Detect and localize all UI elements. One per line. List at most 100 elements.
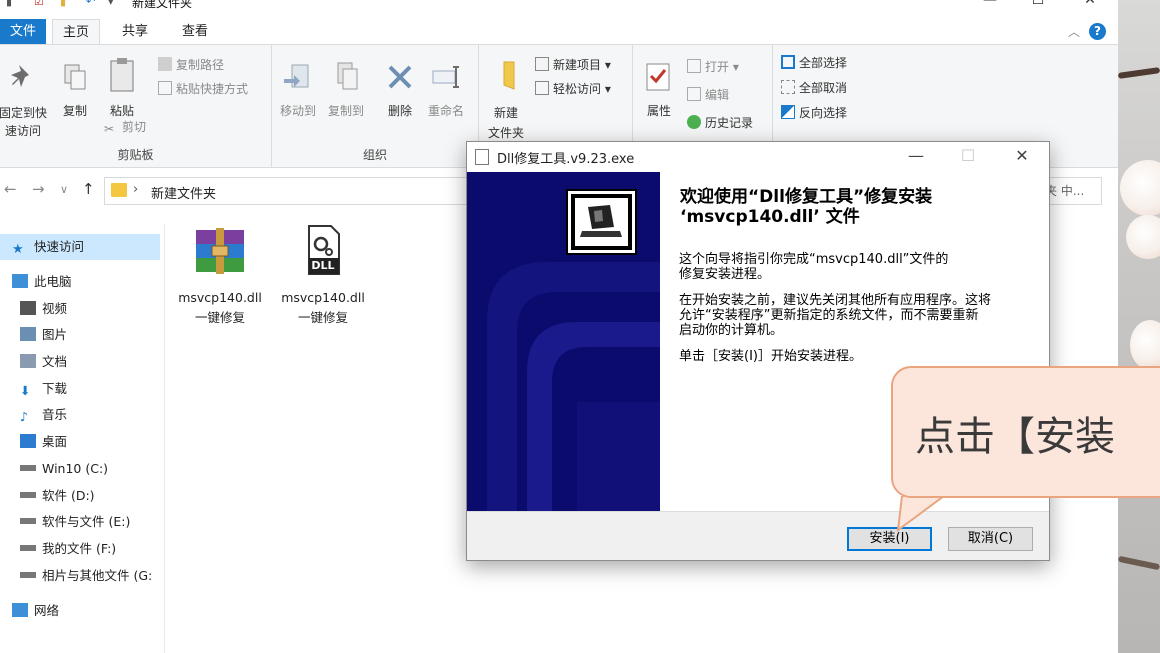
undo-icon[interactable]: ↶ <box>86 0 95 8</box>
navpane-item-label: 图片 <box>42 327 68 342</box>
navpane-item[interactable]: 相片与其他文件 (G: <box>0 563 160 589</box>
navpane-item[interactable]: Win10 (C:) <box>0 456 160 482</box>
organize-group-label: 组织 <box>362 148 387 162</box>
help-icon[interactable]: ? <box>1089 23 1106 40</box>
new-folder-label-2: 文件夹 <box>487 126 524 140</box>
select-all-button[interactable]: 全部选择 <box>781 53 847 73</box>
desktop-background <box>1118 0 1160 653</box>
navpane-item-label: 软件 (D:) <box>42 488 95 503</box>
rename-icon <box>432 66 459 88</box>
navpane-item[interactable]: 我的文件 (F:) <box>0 536 160 562</box>
installer-dialog: Dll修复工具.v9.23.exe — ☐ ✕ 欢迎使用“Dll修复工具”修复安… <box>466 141 1050 561</box>
paste-button[interactable]: 粘贴 <box>104 57 140 119</box>
forward-arrow-icon[interactable]: → <box>32 180 45 198</box>
desktop-icon <box>20 434 36 448</box>
drive-icon <box>20 465 36 471</box>
invert-selection-button[interactable]: 反向选择 <box>781 103 847 123</box>
navpane-item[interactable]: 此电脑 <box>0 269 160 295</box>
quick-access-new-folder-icon[interactable]: ▮ <box>60 0 66 8</box>
computer-icon <box>12 274 28 288</box>
tab-view[interactable]: 查看 <box>172 19 218 44</box>
properties-check-icon <box>646 63 670 91</box>
move-to-button[interactable]: 移动到 <box>276 61 320 119</box>
video-icon <box>20 301 36 315</box>
tab-file[interactable]: 文件 <box>0 19 46 44</box>
rename-label: 重命名 <box>427 104 464 118</box>
close-button[interactable]: ✕ <box>1070 0 1110 8</box>
copy-path-button[interactable]: 复制路径 <box>158 55 224 75</box>
breadcrumb-current[interactable]: 新建文件夹 <box>151 183 216 202</box>
copy-path-icon <box>158 57 172 71</box>
drive-icon <box>20 492 36 498</box>
breadcrumb-chevron-icon[interactable]: › <box>133 182 138 197</box>
easy-access-button[interactable]: 轻松访问 ▾ <box>535 79 611 99</box>
edit-label: 编辑 <box>705 88 730 102</box>
copy-to-button[interactable]: 复制到 <box>324 61 368 119</box>
paste-shortcut-button[interactable]: 粘贴快捷方式 <box>158 79 248 99</box>
flower-decoration <box>1126 215 1160 259</box>
up-arrow-icon[interactable]: ↑ <box>82 180 95 198</box>
window-title: 新建文件夹 <box>132 0 193 10</box>
welcome-heading: 欢迎使用“Dll修复工具”修复安装 ‘msvcp140.dll’ 文件 <box>680 187 1040 227</box>
quick-access-properties-icon[interactable]: ☑ <box>34 0 44 8</box>
dialog-minimize-button[interactable]: — <box>901 146 931 165</box>
welcome-heading-line2: ‘msvcp140.dll’ 文件 <box>680 207 860 227</box>
navpane-item[interactable]: ★ 快速访问 <box>0 234 160 260</box>
file-name: msvcp140.dll <box>178 290 262 305</box>
navpane-item[interactable]: 视频 <box>0 296 160 322</box>
properties-button[interactable]: 属性 <box>641 61 677 119</box>
copy-to-icon <box>337 62 358 90</box>
quick-access-folder-icon[interactable]: ▮ <box>6 0 12 8</box>
document-icon <box>20 354 36 368</box>
maximize-button[interactable]: ☐ <box>1018 0 1058 8</box>
collapse-ribbon-icon[interactable]: ︿ <box>1068 23 1080 40</box>
file-item-rar[interactable]: msvcp140.dll 一键修复 <box>170 224 270 328</box>
navpane-item[interactable]: 文档 <box>0 349 160 375</box>
callout-pointer <box>896 496 946 532</box>
history-icon <box>687 115 701 129</box>
navpane-item[interactable]: ♪ 音乐 <box>0 402 160 428</box>
copy-label: 复制 <box>62 104 87 118</box>
cancel-button[interactable]: 取消(C) <box>948 527 1033 551</box>
flower-decoration <box>1120 160 1160 216</box>
navpane-item[interactable]: 软件与文件 (E:) <box>0 509 160 535</box>
open-button[interactable]: 打开 ▾ <box>687 57 739 77</box>
navpane-item[interactable]: 桌面 <box>0 429 160 455</box>
navpane-item-label: 软件与文件 (E:) <box>42 514 131 529</box>
navpane-item[interactable]: 图片 <box>0 322 160 348</box>
cut-button[interactable]: ✂ 剪切 <box>104 117 146 137</box>
history-button[interactable]: 历史记录 <box>687 113 753 133</box>
instruction-callout: 点击【安装 <box>891 366 1160 498</box>
pin-label-2: 速访问 <box>4 124 41 138</box>
network-icon <box>12 603 28 617</box>
minimize-button[interactable]: — <box>970 0 1010 8</box>
pin-to-quick-access-button[interactable]: 固定到快 速访问 <box>0 61 50 140</box>
tab-home[interactable]: 主页 <box>52 19 101 44</box>
new-folder-button[interactable]: 新建 文件夹 <box>483 59 529 143</box>
drive-icon <box>20 545 36 551</box>
navpane-item[interactable]: 网络 <box>0 598 160 624</box>
new-item-button[interactable]: 新建项目 ▾ <box>535 55 611 75</box>
file-item-dll[interactable]: DLL msvcp140.dll 一键修复 <box>273 224 373 328</box>
edit-icon <box>687 87 701 101</box>
tab-share[interactable]: 共享 <box>112 19 158 44</box>
navpane-item[interactable]: ⬇ 下载 <box>0 376 160 402</box>
branch-decoration <box>1118 555 1160 571</box>
dialog-close-button[interactable]: ✕ <box>1007 146 1037 165</box>
navpane-item[interactable]: 软件 (D:) <box>0 483 160 509</box>
address-field[interactable]: › 新建文件夹 <box>104 177 484 205</box>
intro-line2: 修复安装进程。 <box>679 267 771 282</box>
flower-decoration <box>1130 320 1160 370</box>
rename-button[interactable]: 重命名 <box>424 61 468 119</box>
select-all-label: 全部选择 <box>799 56 848 70</box>
edit-button[interactable]: 编辑 <box>687 85 729 105</box>
copy-button[interactable]: 复制 <box>58 61 92 119</box>
invert-selection-label: 反向选择 <box>799 106 848 120</box>
recent-locations-icon[interactable]: ∨ <box>60 183 68 196</box>
navpane-item-label: 下载 <box>42 381 68 396</box>
customize-toolbar-icon[interactable]: ▾ <box>108 0 114 8</box>
select-none-button[interactable]: 全部取消 <box>781 78 847 98</box>
back-arrow-icon[interactable]: ← <box>4 180 17 198</box>
delete-button[interactable]: 删除 <box>382 61 418 119</box>
new-folder-icon <box>503 61 515 90</box>
